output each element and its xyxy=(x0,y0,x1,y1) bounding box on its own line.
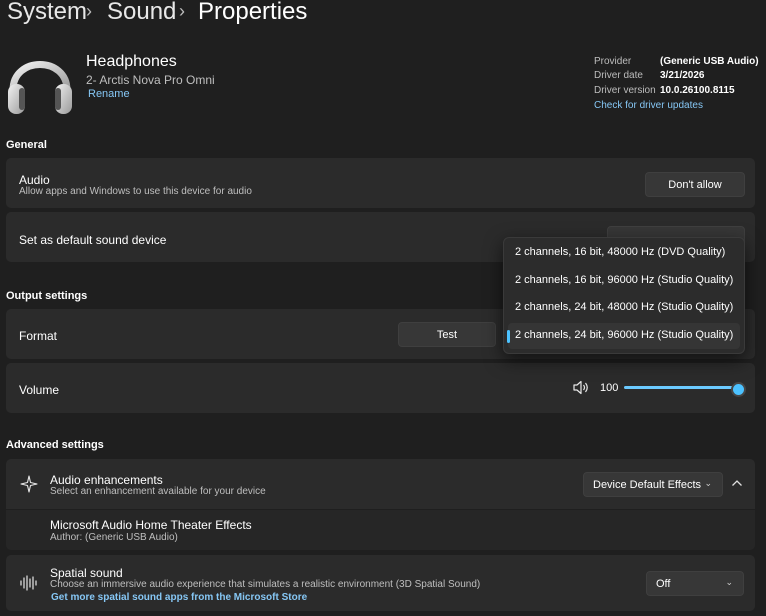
spatial-sound-value: Off xyxy=(656,577,671,590)
format-title: Format xyxy=(19,329,58,343)
driver-date-label: Driver date xyxy=(594,70,643,81)
format-option-1[interactable]: 2 channels, 16 bit, 48000 Hz (DVD Qualit… xyxy=(515,246,725,258)
device-name: Headphones xyxy=(86,53,177,70)
chevron-down-icon: ⌄ xyxy=(725,577,733,587)
provider-label: Provider xyxy=(594,56,632,67)
chevron-right-icon: › xyxy=(179,1,185,21)
test-button[interactable]: Test xyxy=(398,322,496,347)
breadcrumb-sound[interactable]: Sound xyxy=(107,0,176,26)
audio-description: Allow apps and Windows to use this devic… xyxy=(19,186,252,197)
chevron-down-icon: ⌄ xyxy=(704,478,712,488)
chevron-right-icon: › xyxy=(86,1,92,21)
effect-author: Author: (Generic USB Audio) xyxy=(50,532,178,543)
audio-enhancements-description: Select an enhancement available for your… xyxy=(50,486,266,497)
audio-title: Audio xyxy=(19,173,50,187)
effect-item-card: Microsoft Audio Home Theater Effects Aut… xyxy=(6,510,755,550)
page-title: Properties xyxy=(198,0,308,25)
check-driver-updates-link[interactable]: Check for driver updates xyxy=(594,100,703,111)
spatial-sound-waveform-icon xyxy=(20,575,37,591)
spatial-sound-dropdown[interactable]: Off ⌄ xyxy=(646,571,744,596)
volume-slider-track[interactable] xyxy=(624,386,737,389)
dont-allow-button[interactable]: Don't allow xyxy=(645,172,745,197)
microsoft-store-link[interactable]: Get more spatial sound apps from the Mic… xyxy=(51,592,307,603)
default-device-title: Set as default sound device xyxy=(19,233,167,247)
advanced-heading: Advanced settings xyxy=(6,439,104,451)
effect-name: Microsoft Audio Home Theater Effects xyxy=(50,518,252,532)
format-option-3[interactable]: 2 channels, 24 bit, 48000 Hz (Studio Qua… xyxy=(515,301,733,313)
device-model: 2- Arctis Nova Pro Omni xyxy=(86,73,215,87)
volume-slider-thumb[interactable] xyxy=(731,382,746,397)
audio-enhancements-title: Audio enhancements xyxy=(50,473,163,487)
provider-value: (Generic USB Audio) xyxy=(660,56,759,67)
sparkle-icon xyxy=(20,475,38,493)
output-heading: Output settings xyxy=(6,290,88,302)
format-dropdown-menu: 2 channels, 16 bit, 48000 Hz (DVD Qualit… xyxy=(503,237,745,354)
spatial-sound-title: Spatial sound xyxy=(50,566,123,580)
breadcrumb-system[interactable]: System xyxy=(7,0,87,26)
selected-indicator xyxy=(507,330,510,343)
driver-version-label: Driver version xyxy=(594,85,656,96)
audio-enhancements-value: Device Default Effects xyxy=(593,478,702,491)
spatial-sound-description: Choose an immersive audio experience tha… xyxy=(50,579,481,590)
spatial-sound-card: Spatial sound Choose an immersive audio … xyxy=(6,555,755,611)
audio-enhancements-dropdown[interactable]: Device Default Effects ⌄ xyxy=(583,472,723,497)
format-option-2[interactable]: 2 channels, 16 bit, 96000 Hz (Studio Qua… xyxy=(515,274,733,286)
headphones-icon xyxy=(8,61,72,114)
general-heading: General xyxy=(6,139,47,151)
driver-date-value: 3/21/2026 xyxy=(660,70,705,81)
volume-value: 100 xyxy=(600,382,619,394)
volume-title: Volume xyxy=(19,383,60,397)
chevron-up-icon[interactable] xyxy=(731,479,743,487)
speaker-volume-icon[interactable] xyxy=(573,380,590,395)
driver-version-value: 10.0.26100.8115 xyxy=(660,85,735,96)
breadcrumb: System › Sound › Properties xyxy=(0,0,400,30)
audio-card: Audio Allow apps and Windows to use this… xyxy=(6,158,755,208)
rename-link[interactable]: Rename xyxy=(88,88,130,100)
format-option-4[interactable]: 2 channels, 24 bit, 96000 Hz (Studio Qua… xyxy=(515,329,733,341)
audio-enhancements-card: Audio enhancements Select an enhancement… xyxy=(6,459,755,509)
